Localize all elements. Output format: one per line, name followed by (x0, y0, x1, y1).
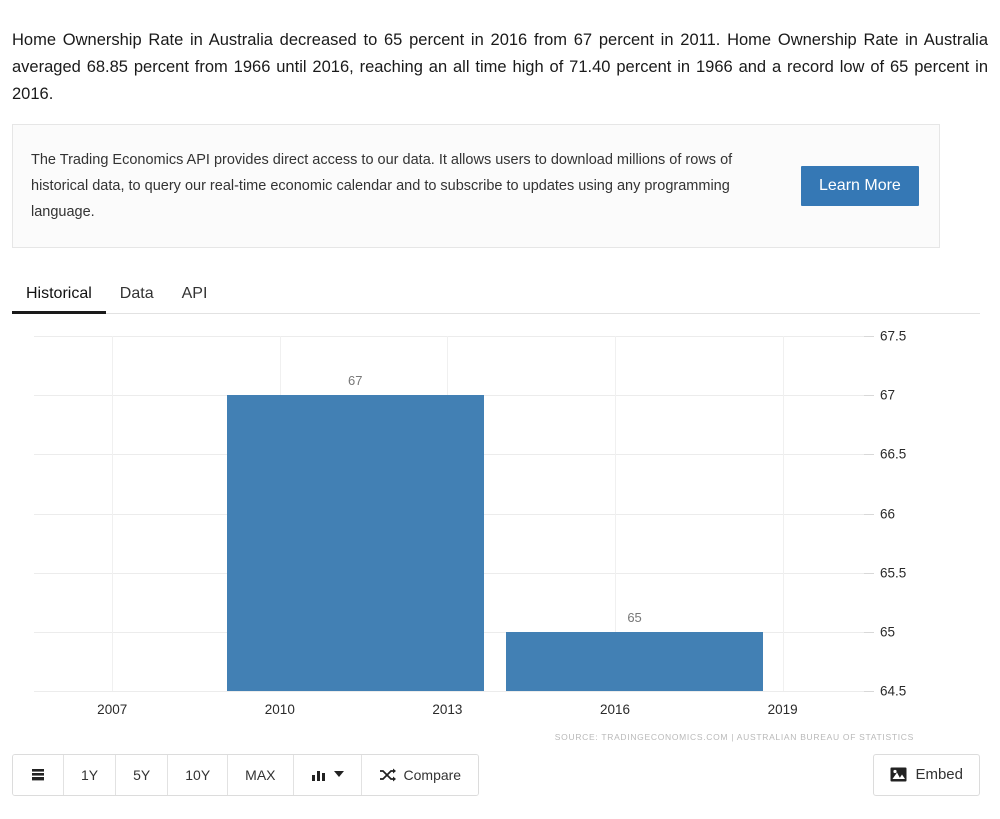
y-axis-tick-label: 64.5 (880, 683, 907, 699)
x-axis-tick-label: 2013 (432, 702, 463, 717)
x-axis-tick-label: 2010 (264, 702, 295, 717)
learn-more-button[interactable]: Learn More (801, 166, 919, 206)
chart-gridline-horizontal (34, 691, 872, 692)
compare-label: Compare (403, 766, 462, 783)
embed-button[interactable]: Embed (873, 753, 980, 796)
chart-type-dropdown[interactable] (293, 754, 362, 795)
y-axis-tick-mark (864, 336, 874, 337)
shuffle-icon (379, 768, 396, 782)
api-promo-banner: The Trading Economics API provides direc… (12, 124, 940, 248)
chart-bar-value-label: 67 (347, 373, 363, 389)
y-axis-tick-label: 66 (880, 506, 896, 521)
y-axis-tick-mark (864, 631, 874, 633)
x-axis-tick-label: 2019 (767, 702, 798, 717)
range-5y-button[interactable]: 5Y (116, 754, 169, 795)
tab-data[interactable]: Data (106, 285, 168, 313)
y-axis-tick-label: 66.5 (880, 446, 907, 462)
api-promo-text: The Trading Economics API provides direc… (31, 152, 733, 220)
y-axis-tick-label: 65 (880, 624, 896, 640)
tab-api[interactable]: API (168, 285, 222, 313)
list-view-button[interactable] (13, 754, 64, 795)
list-icon (30, 767, 46, 783)
y-axis-tick-mark (864, 454, 874, 456)
chart-toolbar: 1Y 5Y 10Y MAX Compare Embed (12, 753, 980, 797)
chevron-down-icon (333, 771, 344, 778)
range-10y-button[interactable]: 10Y (168, 754, 229, 795)
embed-label: Embed (915, 766, 963, 783)
chart-bar-value-label: 65 (627, 609, 642, 625)
y-axis-tick-label: 65.5 (880, 565, 907, 581)
chart-source-note: SOURCE: TRADINGECONOMICS.COM | AUSTRALIA… (554, 732, 914, 742)
y-axis-tick-mark (864, 513, 874, 515)
chart-plot-area[interactable] (34, 336, 872, 692)
chart-controls-group: 1Y 5Y 10Y MAX Compare (12, 753, 480, 796)
home-ownership-rate-page: Home Ownership Rate in Australia decreas… (0, 17, 1000, 819)
range-max-button[interactable]: MAX (228, 754, 294, 795)
chart-gridline-horizontal (34, 336, 872, 337)
compare-button[interactable]: Compare (361, 754, 479, 795)
bar-chart-icon (311, 768, 326, 782)
chart-container: 67.5 67 66.5 66 65.5 65 64.5 2007 2010 2013 2016 20… (12, 324, 980, 744)
y-axis-tick-mark (864, 395, 874, 397)
range-1y-button[interactable]: 1Y (64, 754, 117, 795)
image-icon (890, 767, 907, 782)
y-axis-tick-label: 67.5 (880, 328, 907, 344)
chart-bar[interactable] (226, 395, 484, 691)
x-axis-tick-label: 2007 (97, 702, 128, 717)
chart-gridline-vertical (782, 336, 784, 691)
chart-tabs: Historical Data API (12, 274, 980, 314)
y-axis-tick-label: 67 (880, 387, 896, 403)
chart-gridline-vertical (112, 336, 114, 691)
intro-paragraph: Home Ownership Rate in Australia decreas… (12, 30, 988, 103)
x-axis-tick-label: 2016 (599, 702, 631, 717)
chart-bar[interactable] (506, 631, 764, 691)
y-axis-tick-mark (864, 572, 874, 574)
y-axis-tick-mark (864, 691, 874, 692)
tab-historical[interactable]: Historical (12, 285, 106, 314)
